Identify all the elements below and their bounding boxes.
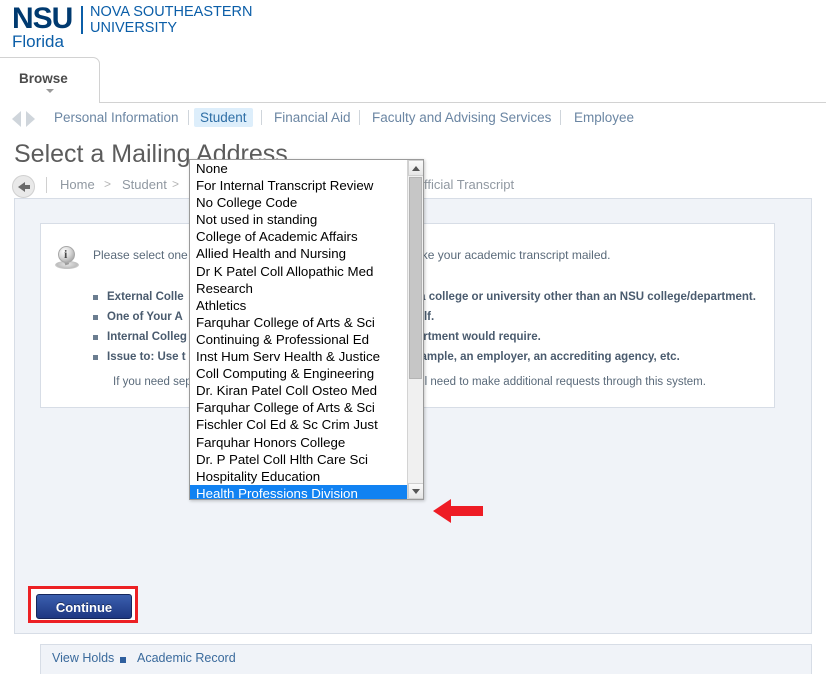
nav-item-financial-aid[interactable]: Financial Aid xyxy=(268,108,357,127)
breadcrumb-separator: > xyxy=(104,177,112,191)
annotation-arrow-icon xyxy=(433,498,485,524)
dropdown-option[interactable]: Farquhar College of Arts & Sci xyxy=(190,314,409,331)
footer-link-academic-record[interactable]: Academic Record xyxy=(137,651,236,665)
nav-item-personal-information[interactable]: Personal Information xyxy=(48,108,185,127)
dropdown-option[interactable]: Athletics xyxy=(190,297,409,314)
back-button[interactable] xyxy=(12,175,35,198)
logo-university-line2: UNIVERSITY xyxy=(90,20,178,36)
scroll-up-button[interactable] xyxy=(408,160,423,176)
nav-separator xyxy=(261,110,262,125)
dropdown-option[interactable]: Research xyxy=(190,280,409,297)
page-root: NSU NOVA SOUTHEASTERN UNIVERSITY Florida… xyxy=(0,0,826,678)
bullet-head: Issue to: Use t xyxy=(107,351,186,363)
dropdown-option[interactable]: Hospitality Education xyxy=(190,468,409,485)
breadcrumb-divider xyxy=(46,177,47,193)
bullet-head: Internal Colleg xyxy=(107,331,187,343)
dropdown-option[interactable]: Dr. Kiran Patel Coll Osteo Med xyxy=(190,382,409,399)
logo-nsu-text: NSU xyxy=(12,2,73,35)
dropdown-option[interactable]: No College Code xyxy=(190,194,409,211)
browse-tab[interactable]: Browse xyxy=(0,57,100,103)
browse-tab-label: Browse xyxy=(19,71,68,86)
dropdown-option[interactable]: Dr. P Patel Coll Hlth Care Sci xyxy=(190,451,409,468)
nav-item-faculty-and-advising-services[interactable]: Faculty and Advising Services xyxy=(366,108,557,127)
footer-links-bar: View Holds Academic Record xyxy=(40,644,812,674)
info-icon: i xyxy=(55,246,79,274)
caret-up-icon xyxy=(412,166,420,171)
nav-item-employee[interactable]: Employee xyxy=(568,108,640,127)
dropdown-option[interactable]: Farquhar Honors College xyxy=(190,434,409,451)
scrollbar-thumb[interactable] xyxy=(409,177,422,379)
internal-college-dropdown-list[interactable]: None For Internal Transcript Review No Col… xyxy=(189,159,424,500)
breadcrumb-item-student[interactable]: Student xyxy=(122,177,167,192)
dropdown-option[interactable]: Dr K Patel Coll Allopathic Med xyxy=(190,263,409,280)
breadcrumb-separator: > xyxy=(172,177,180,191)
square-bullet-icon xyxy=(120,657,126,663)
dropdown-option[interactable]: Farquhar College of Arts & Sci xyxy=(190,399,409,416)
scroll-down-button[interactable] xyxy=(408,483,423,499)
breadcrumb-item-current: fficial Transcript xyxy=(424,177,515,192)
nav-arrows[interactable] xyxy=(12,109,48,129)
dropdown-option[interactable]: Coll Computing & Engineering xyxy=(190,365,409,382)
browse-underline xyxy=(100,102,826,103)
caret-down-icon xyxy=(412,489,420,494)
dropdown-option[interactable]: None xyxy=(190,160,409,177)
chevron-left-icon[interactable] xyxy=(12,111,21,127)
nav-separator xyxy=(188,110,189,125)
browse-bar: Browse xyxy=(0,57,826,104)
footer-link-view-holds[interactable]: View Holds xyxy=(52,651,114,665)
bullet-head: External Colle xyxy=(107,291,184,303)
dropdown-option[interactable]: Not used in standing xyxy=(190,211,409,228)
bullet-head: One of Your A xyxy=(107,311,183,323)
chevron-right-icon[interactable] xyxy=(26,111,35,127)
dropdown-option[interactable]: Health Professions Division xyxy=(190,484,409,499)
continue-button[interactable]: Continue xyxy=(36,594,132,619)
dropdown-option-list[interactable]: None For Internal Transcript Review No Col… xyxy=(190,160,409,499)
nav-item-student[interactable]: Student xyxy=(194,108,253,127)
logo-florida-text: Florida xyxy=(12,32,64,51)
logo-university-line1: NOVA SOUTHEASTERN xyxy=(90,4,253,20)
dropdown-option[interactable]: Inst Hum Serv Health & Justice xyxy=(190,348,409,365)
dropdown-option[interactable]: Fischler Col Ed & Sc Crim Just xyxy=(190,416,409,433)
dropdown-option[interactable]: Continuing & Professional Ed xyxy=(190,331,409,348)
nav-separator xyxy=(359,110,360,125)
nsu-logo: NSU NOVA SOUTHEASTERN UNIVERSITY Florida xyxy=(8,2,428,56)
dropdown-option[interactable]: College of Academic Affairs xyxy=(190,228,409,245)
dropdown-option[interactable]: For Internal Transcript Review xyxy=(190,177,409,194)
dropdown-option[interactable]: Allied Health and Nursing xyxy=(190,245,409,262)
continue-button-highlight: Continue xyxy=(28,586,138,623)
module-nav: Personal Information Student Financial A… xyxy=(0,106,826,134)
dropdown-scrollbar[interactable] xyxy=(407,160,423,499)
breadcrumb-item-home[interactable]: Home xyxy=(60,177,95,192)
chevron-down-icon xyxy=(46,89,54,93)
logo-divider xyxy=(81,6,83,34)
nav-separator xyxy=(560,110,561,125)
